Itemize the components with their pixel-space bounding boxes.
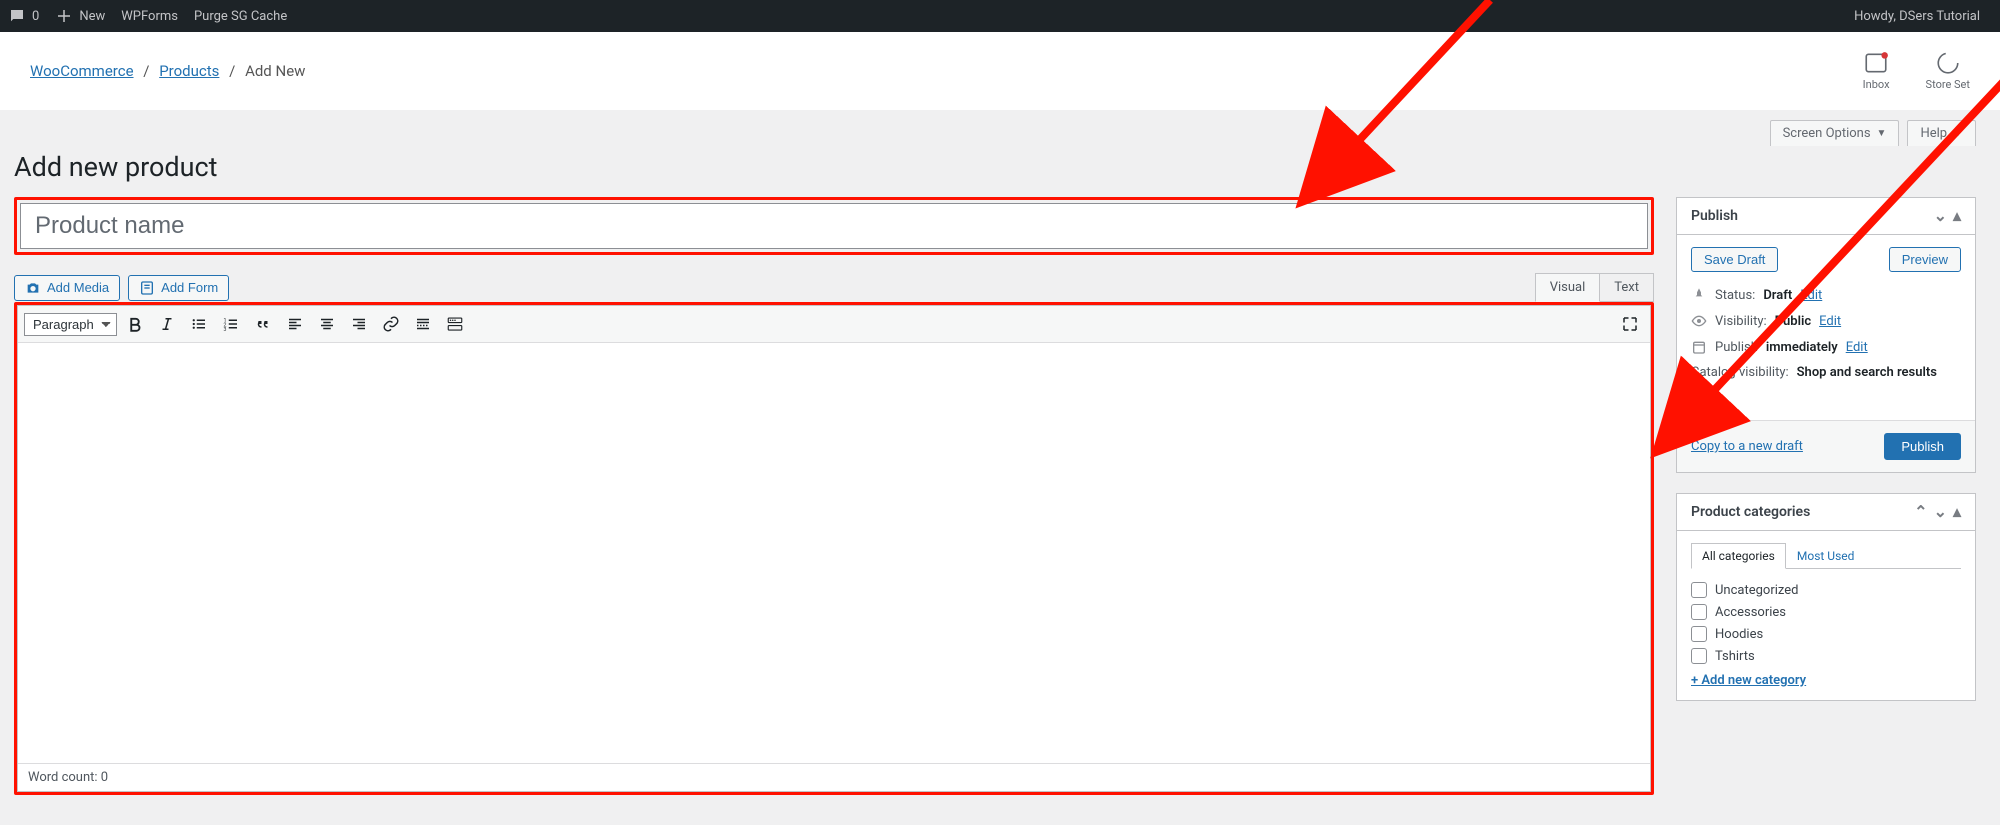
title-highlight — [14, 197, 1654, 255]
plus-icon — [55, 7, 73, 25]
inbox-button[interactable]: Inbox — [1863, 50, 1890, 91]
adminbar-new[interactable]: New — [55, 7, 105, 25]
editor: Paragraph 123 — [17, 305, 1651, 792]
editor-tab-visual[interactable]: Visual — [1535, 273, 1601, 302]
form-icon — [139, 280, 155, 296]
add-media-button[interactable]: Add Media — [14, 275, 120, 301]
spinner-icon — [1935, 50, 1961, 76]
category-item[interactable]: Tshirts — [1691, 645, 1961, 667]
category-item[interactable]: Accessories — [1691, 601, 1961, 623]
category-label: Tshirts — [1715, 649, 1755, 664]
align-right-button[interactable] — [345, 310, 373, 338]
numbered-list-button[interactable]: 123 — [217, 310, 245, 338]
readmore-button[interactable] — [409, 310, 437, 338]
camera-icon — [25, 280, 41, 296]
preview-button[interactable]: Preview — [1889, 247, 1961, 272]
edit-visibility-link[interactable]: Edit — [1819, 314, 1841, 329]
bullet-list-button[interactable] — [185, 310, 213, 338]
chevron-down-icon: ▼ — [1953, 128, 1963, 139]
category-label: Accessories — [1715, 605, 1786, 620]
align-center-button[interactable] — [313, 310, 341, 338]
chevron-up-icon[interactable]: ▴ — [1953, 208, 1961, 224]
editor-tab-text[interactable]: Text — [1600, 273, 1654, 302]
publish-title[interactable]: Publish ⌄▴ — [1677, 198, 1975, 235]
edit-status-link[interactable]: Edit — [1800, 288, 1822, 303]
adminbar-purge[interactable]: Purge SG Cache — [194, 9, 287, 24]
editor-statusbar: Word count: 0 — [18, 763, 1650, 791]
publish-button[interactable]: Publish — [1884, 433, 1961, 460]
category-checkbox[interactable] — [1691, 604, 1707, 620]
chevron-down-icon: ▼ — [1877, 128, 1887, 139]
link-button[interactable] — [377, 310, 405, 338]
adminbar-howdy[interactable]: Howdy, DSers Tutorial — [1854, 9, 1992, 24]
category-label: Hoodies — [1715, 627, 1763, 642]
save-draft-button[interactable]: Save Draft — [1691, 247, 1778, 272]
categories-title[interactable]: Product categories ⌃⌄▴ — [1677, 494, 1975, 531]
categories-metabox: Product categories ⌃⌄▴ All categories Mo… — [1676, 493, 1976, 701]
category-checkbox[interactable] — [1691, 626, 1707, 642]
schedule-row: Publish immediately Edit — [1691, 334, 1961, 360]
toolbar-toggle-button[interactable] — [441, 310, 469, 338]
category-list: Uncategorized Accessories Hoodies Tshirts — [1691, 579, 1961, 667]
admin-bar: 0 New WPForms Purge SG Cache Howdy, DSer… — [0, 0, 2000, 32]
blockquote-button[interactable] — [249, 310, 277, 338]
adminbar-comments[interactable]: 0 — [8, 7, 39, 25]
store-setup-button[interactable]: Store Set — [1926, 50, 1970, 91]
inbox-icon — [1863, 50, 1889, 76]
add-form-button[interactable]: Add Form — [128, 275, 229, 301]
comment-icon — [8, 7, 26, 25]
svg-text:3: 3 — [224, 327, 227, 333]
cat-tab-all[interactable]: All categories — [1691, 543, 1786, 569]
edit-catalog-link[interactable]: Edit — [1691, 388, 1713, 403]
adminbar-new-label: New — [79, 9, 105, 24]
chevron-up-icon[interactable]: ▴ — [1953, 504, 1961, 520]
word-count-value: 0 — [101, 770, 108, 785]
product-name-input[interactable] — [20, 203, 1648, 249]
breadcrumb: WooCommerce / Products / Add New — [30, 62, 305, 80]
edit-schedule-link[interactable]: Edit — [1846, 340, 1868, 355]
adminbar-wpforms[interactable]: WPForms — [121, 9, 178, 24]
fullscreen-button[interactable] — [1616, 310, 1644, 338]
editor-highlight: Paragraph 123 — [14, 302, 1654, 795]
category-item[interactable]: Uncategorized — [1691, 579, 1961, 601]
editor-canvas[interactable] — [18, 343, 1650, 763]
category-item[interactable]: Hoodies — [1691, 623, 1961, 645]
category-checkbox[interactable] — [1691, 582, 1707, 598]
align-left-button[interactable] — [281, 310, 309, 338]
status-row: Status: Draft Edit — [1691, 282, 1961, 308]
format-select[interactable]: Paragraph — [24, 313, 117, 336]
breadcrumb-woocommerce[interactable]: WooCommerce — [30, 62, 134, 80]
visibility-row: Visibility: Public Edit — [1691, 308, 1961, 334]
comment-count: 0 — [32, 9, 39, 24]
publish-metabox: Publish ⌄ ▴ Save Draft Preview Status: Dr… — [1676, 197, 1976, 473]
page-title: Add new product — [14, 151, 1976, 183]
pin-icon — [1691, 287, 1707, 303]
catalog-row: Catalog visibility: Shop and search resu… — [1691, 360, 1961, 408]
editor-toolbar: Paragraph 123 — [18, 306, 1650, 343]
copy-draft-link[interactable]: Copy to a new draft — [1691, 439, 1803, 454]
chevron-down-icon[interactable]: ⌄ — [1934, 504, 1947, 520]
screen-options-tab[interactable]: Screen Options▼ — [1770, 120, 1900, 146]
chevron-up-icon[interactable]: ⌃ — [1914, 504, 1927, 520]
breadcrumb-products[interactable]: Products — [159, 62, 219, 80]
category-label: Uncategorized — [1715, 583, 1798, 598]
subheader: WooCommerce / Products / Add New Inbox S… — [0, 32, 2000, 110]
category-checkbox[interactable] — [1691, 648, 1707, 664]
calendar-icon — [1691, 339, 1707, 355]
breadcrumb-current: Add New — [245, 62, 305, 80]
eye-icon — [1691, 313, 1707, 329]
bold-button[interactable] — [121, 310, 149, 338]
chevron-down-icon[interactable]: ⌄ — [1934, 208, 1947, 224]
italic-button[interactable] — [153, 310, 181, 338]
cat-tab-most-used[interactable]: Most Used — [1786, 543, 1866, 569]
help-tab[interactable]: Help▼ — [1907, 120, 1976, 146]
add-category-link[interactable]: + Add new category — [1691, 673, 1806, 688]
